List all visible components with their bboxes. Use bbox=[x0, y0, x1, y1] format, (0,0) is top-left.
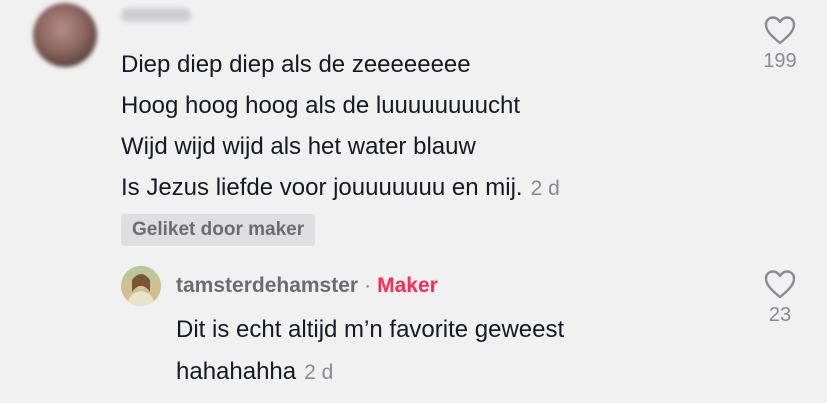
comment-line: Wijd wijd wijd als het water blauw bbox=[121, 133, 476, 160]
heart-outline-icon[interactable] bbox=[764, 269, 796, 299]
maker-tag: Maker bbox=[377, 274, 438, 297]
separator-dot: · bbox=[364, 274, 372, 297]
comment-timestamp: 2 d bbox=[530, 177, 560, 200]
reply-header: tamsterdehamster · Maker bbox=[176, 273, 438, 299]
reply-text: Dit is echt altijd m’n favorite geweest … bbox=[176, 309, 564, 394]
commenter-avatar[interactable] bbox=[33, 3, 97, 67]
reply-like-count: 23 bbox=[768, 304, 792, 326]
comment-line: Is Jezus liefde voor jouuuuuuu en mij. 2 … bbox=[121, 167, 560, 209]
reply-line: Dit is echt altijd m’n favorite geweest bbox=[176, 316, 565, 343]
heart-outline-icon[interactable] bbox=[764, 15, 796, 45]
profile-photo-icon bbox=[121, 266, 161, 306]
liked-by-creator-badge: Geliket door maker bbox=[121, 214, 316, 246]
comment-line: Diep diep diep als de zeeeeeeee bbox=[121, 51, 471, 78]
comment-like-count: 199 bbox=[763, 50, 797, 72]
reply-avatar[interactable] bbox=[121, 266, 161, 306]
comment-thread: Diep diep diep als de zeeeeeeee Hoog hoo… bbox=[0, 0, 827, 403]
reply-timestamp: 2 d bbox=[304, 361, 334, 384]
comment-line: Hoog hoog hoog als de luuuuuuuucht bbox=[121, 92, 520, 119]
reply-line: hahahahha 2 d bbox=[176, 351, 564, 394]
comment-line-text: Is Jezus liefde voor jouuuuuuu en mij. bbox=[121, 174, 523, 201]
reply-like-button[interactable]: 23 bbox=[750, 269, 810, 327]
commenter-username-blurred[interactable] bbox=[121, 8, 191, 22]
comment-text: Diep diep diep als de zeeeeeeee Hoog hoo… bbox=[121, 44, 560, 209]
comment-like-button[interactable]: 199 bbox=[750, 15, 810, 73]
reply-line-text: hahahahha bbox=[176, 358, 297, 385]
reply-username[interactable]: tamsterdehamster bbox=[176, 274, 358, 297]
